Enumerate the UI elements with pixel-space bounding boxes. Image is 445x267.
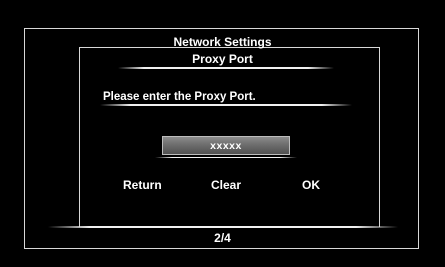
page-indicator: 2/4 <box>214 231 231 245</box>
clear-button[interactable]: Clear <box>211 178 241 192</box>
subtitle-underline <box>118 67 334 69</box>
input-underline <box>155 157 297 158</box>
prompt-text: Please enter the Proxy Port. <box>103 91 256 103</box>
dialog-title: Network Settings <box>173 35 272 49</box>
prompt-underline <box>100 104 352 106</box>
ok-button[interactable]: OK <box>302 178 320 192</box>
dialog-subtitle: Proxy Port <box>192 52 253 66</box>
return-button[interactable]: Return <box>123 178 162 192</box>
proxy-port-input[interactable]: xxxxx <box>162 136 290 155</box>
footer-divider <box>48 226 398 228</box>
